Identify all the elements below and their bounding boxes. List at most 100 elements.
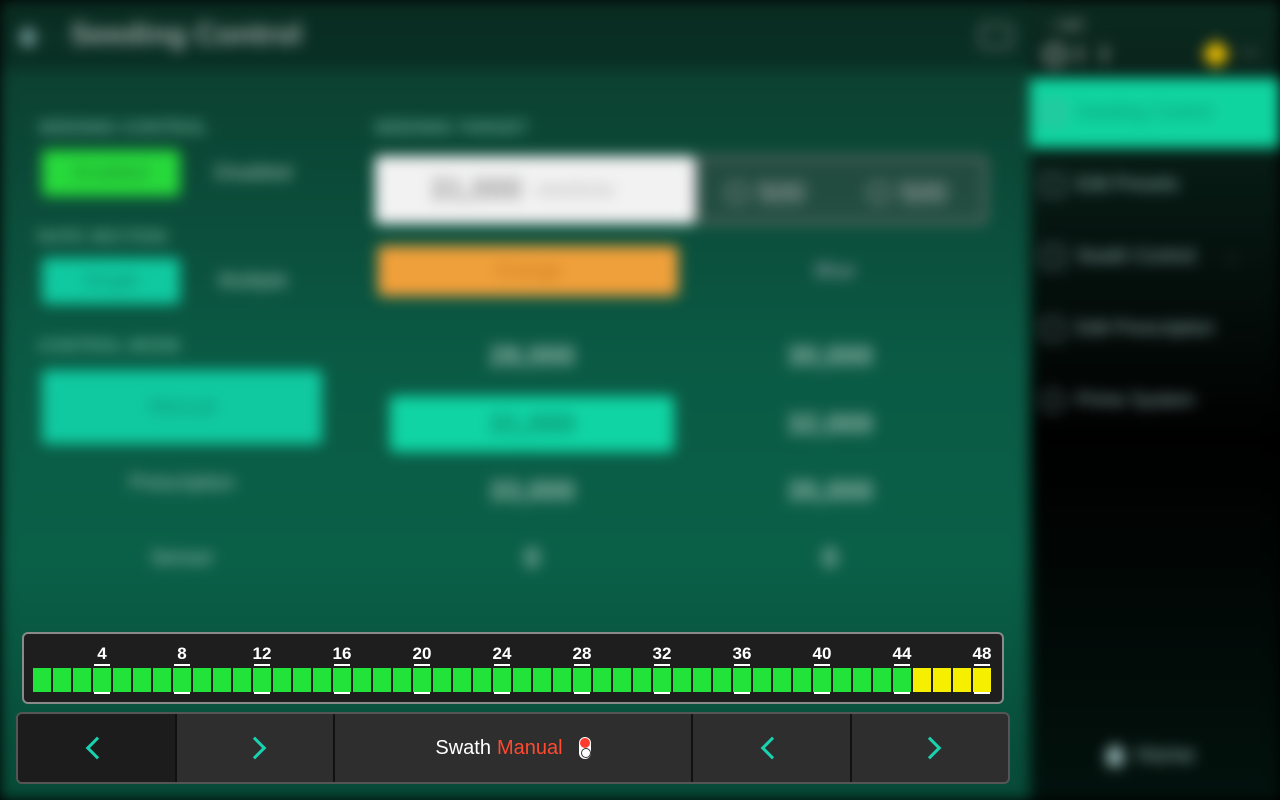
swath-section-28[interactable]: [573, 668, 591, 692]
swath-right-prev-button[interactable]: [693, 714, 852, 782]
swath-section-48[interactable]: [973, 668, 991, 692]
blue-rate-2[interactable]: 32,000: [680, 408, 980, 440]
swath-section-4[interactable]: [93, 668, 111, 692]
orange-rate-1[interactable]: 28,000: [382, 340, 682, 372]
menu-item-seeding-control[interactable]: Seeding Control: [1042, 102, 1212, 124]
seeding-target-value: 31,000: [430, 173, 522, 206]
orange-rate-2[interactable]: 31,000: [382, 408, 682, 440]
preset-column-blue[interactable]: Blue: [685, 246, 985, 296]
swath-section-1[interactable]: [33, 668, 51, 692]
prescription-mode-button[interactable]: Prescription: [42, 455, 322, 511]
sliders-icon: [1042, 174, 1064, 196]
menu-item-prime-system[interactable]: Prime System: [1042, 390, 1194, 412]
disabled-button[interactable]: Disabled: [190, 150, 316, 196]
swath-section-44[interactable]: [893, 668, 911, 692]
swath-section-5[interactable]: [113, 668, 131, 692]
swath-section-10[interactable]: [213, 668, 231, 692]
multiple-button[interactable]: Multiple: [190, 258, 316, 304]
swath-section-15[interactable]: [313, 668, 331, 692]
home-icon[interactable]: [16, 24, 40, 48]
swath-section-33[interactable]: [673, 668, 691, 692]
swath-section-32[interactable]: [653, 668, 671, 692]
orange-rate-4[interactable]: 0: [382, 542, 682, 574]
swath-section-45[interactable]: [913, 668, 931, 692]
home-nav-button[interactable]: Home: [1104, 742, 1195, 768]
swath-section-26[interactable]: [533, 668, 551, 692]
decrement-button[interactable]: 500: [726, 177, 805, 209]
orange-rate-3[interactable]: 33,000: [382, 475, 682, 507]
menu-item-label: Swath Control: [1076, 246, 1196, 267]
swath-section-11[interactable]: [233, 668, 251, 692]
seeding-target-unit: seeds/ac: [535, 178, 616, 201]
swath-right-next-button[interactable]: [852, 714, 1008, 782]
swath-tick-label: 20: [413, 644, 432, 663]
swath-tick-label: 4: [97, 644, 107, 663]
manual-mode-button[interactable]: Manual: [42, 370, 322, 444]
blue-rate-3[interactable]: 35,000: [680, 475, 980, 507]
swath-sections: 4 8 12 16 20 24 28 32 36 40 44 48: [33, 644, 991, 694]
swath-left-next-button[interactable]: [177, 714, 335, 782]
swath-section-37[interactable]: [753, 668, 771, 692]
swath-section-2[interactable]: [53, 668, 71, 692]
swath-section-25[interactable]: [513, 668, 531, 692]
swath-section-47[interactable]: [953, 668, 971, 692]
swath-section-42[interactable]: [853, 668, 871, 692]
swath-section-31[interactable]: [633, 668, 651, 692]
swath-section-6[interactable]: [133, 668, 151, 692]
swath-section-18[interactable]: [373, 668, 391, 692]
menu-item-edit-presets[interactable]: Edit Presets: [1042, 174, 1178, 196]
swath-section-13[interactable]: [273, 668, 291, 692]
link-icon[interactable]: ‹·›: [1242, 44, 1258, 62]
swath-left-prev-button[interactable]: [18, 714, 177, 782]
rate-section-label: RATE SECTION: [38, 227, 167, 246]
swath-section-17[interactable]: [353, 668, 371, 692]
swath-section-36[interactable]: [733, 668, 751, 692]
swath-icon: [1042, 246, 1064, 268]
swath-section-21[interactable]: [433, 668, 451, 692]
menu-item-edit-prescription[interactable]: Edit Prescription: [1042, 318, 1214, 340]
chevron-right-icon: [918, 736, 942, 760]
single-button[interactable]: Single: [42, 258, 180, 304]
increment-button[interactable]: 500: [868, 177, 947, 209]
swath-section-30[interactable]: [613, 668, 631, 692]
swath-section-8[interactable]: [173, 668, 191, 692]
swath-section-41[interactable]: [833, 668, 851, 692]
speed-readout: -- mph: [1044, 16, 1085, 32]
swath-tick-label: 36: [733, 644, 752, 663]
swath-section-38[interactable]: [773, 668, 791, 692]
toggle-switch-icon: [578, 737, 591, 759]
blue-rate-4[interactable]: 0: [680, 542, 980, 574]
swath-section-43[interactable]: [873, 668, 891, 692]
swath-section-39[interactable]: [793, 668, 811, 692]
enabled-button[interactable]: Enabled: [42, 150, 180, 196]
menu-item-label: Seeding Control: [1076, 102, 1213, 123]
swath-section-23[interactable]: [473, 668, 491, 692]
sensor-mode-button[interactable]: Sensor: [42, 530, 322, 586]
swath-section-24[interactable]: [493, 668, 511, 692]
swath-section-9[interactable]: [193, 668, 211, 692]
swath-section-12[interactable]: [253, 668, 271, 692]
swath-section-29[interactable]: [593, 668, 611, 692]
swath-section-16[interactable]: [333, 668, 351, 692]
swath-section-3[interactable]: [73, 668, 91, 692]
swath-section-34[interactable]: [693, 668, 711, 692]
rate-stepper: 500 500: [695, 156, 987, 224]
swath-section-22[interactable]: [453, 668, 471, 692]
swath-section-19[interactable]: [393, 668, 411, 692]
swath-section-27[interactable]: [553, 668, 571, 692]
swath-section-20[interactable]: [413, 668, 431, 692]
panel-toggle-icon[interactable]: [980, 24, 1012, 48]
swath-section-7[interactable]: [153, 668, 171, 692]
chevron-right-icon: ›: [1229, 249, 1235, 265]
gps-icon[interactable]: [1044, 44, 1066, 66]
blue-rate-1[interactable]: 30,000: [680, 340, 980, 372]
swath-section-40[interactable]: [813, 668, 831, 692]
swath-section-35[interactable]: [713, 668, 731, 692]
preset-column-orange[interactable]: Orange: [378, 246, 678, 296]
signal-icon: [1078, 46, 1106, 62]
menu-item-swath-control[interactable]: Swath Control ›: [1042, 246, 1234, 268]
seeding-target-input[interactable]: 31,000 seeds/ac: [375, 156, 695, 224]
swath-section-46[interactable]: [933, 668, 951, 692]
swath-mode-button[interactable]: Swath Manual: [335, 714, 693, 782]
swath-section-14[interactable]: [293, 668, 311, 692]
